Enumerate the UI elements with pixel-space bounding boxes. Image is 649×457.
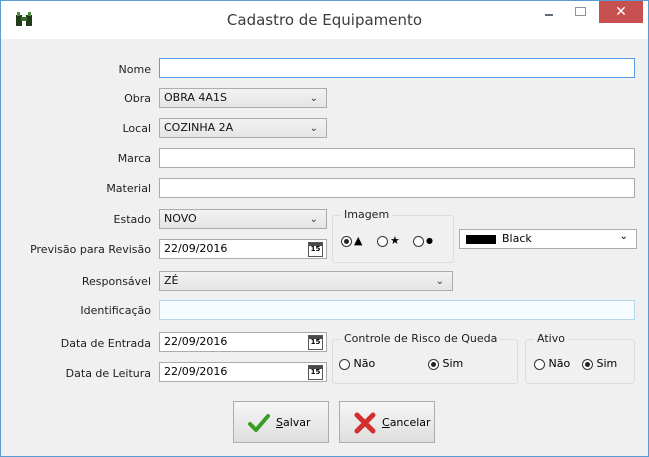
ativo-sim-label: Sim [596, 357, 618, 370]
responsavel-select[interactable]: ZÉ ⌄ [159, 271, 453, 291]
obra-label: Obra [124, 92, 151, 105]
entrada-value: 22/09/2016 [164, 335, 228, 348]
salvar-button[interactable]: Salvar [233, 401, 329, 443]
identificacao-label: Identificação [80, 304, 151, 317]
risco-sim-radio[interactable]: Sim [428, 357, 463, 371]
risco-group: Controle de Risco de Queda Não Sim [332, 332, 518, 384]
leitura-label: Data de Leitura [65, 367, 151, 380]
ativo-group-title: Ativo [534, 332, 568, 345]
entrada-date-picker[interactable]: 22/09/2016 15 [159, 332, 327, 352]
material-label: Material [106, 182, 151, 195]
leitura-date-picker[interactable]: 22/09/2016 15 [159, 362, 327, 382]
triangle-icon: ▲ [354, 234, 363, 247]
local-value: COZINHA 2A [164, 121, 234, 134]
radio-dot [428, 358, 439, 370]
color-label: Black [502, 232, 532, 245]
radio-dot [339, 358, 350, 370]
risco-nao-label: Não [353, 357, 376, 370]
estado-value: NOVO [164, 212, 197, 225]
radio-star[interactable]: ★ [377, 234, 400, 248]
ativo-nao-radio[interactable]: Não [534, 357, 570, 371]
chevron-down-icon: ⌄ [619, 231, 628, 242]
ativo-nao-label: Não [548, 357, 571, 370]
radio-dot [341, 235, 352, 247]
responsavel-label: Responsável [81, 275, 151, 288]
calendar-icon[interactable]: 15 [308, 242, 323, 257]
radio-dot [582, 358, 593, 370]
form-area: Nome Obra OBRA 4A1S ⌄ Local COZINHA 2A ⌄… [1, 39, 648, 456]
identificacao-input[interactable] [159, 300, 635, 320]
local-label: Local [122, 122, 151, 135]
revisao-label: Previsão para Revisão [30, 243, 151, 256]
revisao-value: 22/09/2016 [164, 242, 228, 255]
equipment-window: Cadastro de Equipamento ✕ Nome Obra OBRA… [0, 0, 649, 457]
imagem-group-title: Imagem [341, 208, 393, 221]
radio-triangle[interactable]: ▲ [341, 234, 362, 248]
revisao-date-picker[interactable]: 22/09/2016 15 [159, 239, 327, 259]
entrada-label: Data de Entrada [60, 337, 151, 350]
minimize-button[interactable] [535, 1, 562, 25]
material-input[interactable] [159, 178, 635, 198]
local-select[interactable]: COZINHA 2A ⌄ [159, 118, 327, 138]
responsavel-value: ZÉ [164, 274, 179, 287]
estado-label: Estado [113, 213, 151, 226]
risco-group-title: Controle de Risco de Queda [341, 332, 501, 345]
color-swatch [466, 235, 496, 244]
star-icon: ★ [390, 234, 400, 247]
obra-select[interactable]: OBRA 4A1S ⌄ [159, 88, 327, 108]
cancelar-button[interactable]: Cancelar [339, 401, 435, 443]
close-button[interactable]: ✕ [599, 1, 643, 23]
radio-circle[interactable]: ● [413, 234, 433, 248]
estado-select[interactable]: NOVO ⌄ [159, 209, 327, 229]
leitura-value: 22/09/2016 [164, 365, 228, 378]
salvar-label: Salvar [276, 416, 311, 429]
radio-dot [534, 358, 545, 370]
chevron-down-icon: ⌄ [309, 123, 318, 134]
radio-dot [377, 235, 388, 247]
risco-sim-label: Sim [442, 357, 464, 370]
radio-dot [413, 235, 424, 247]
red-x-icon [354, 412, 376, 434]
ativo-group: Ativo Não Sim [525, 332, 635, 384]
risco-nao-radio[interactable]: Não [339, 357, 375, 371]
nome-input[interactable] [159, 58, 635, 78]
chevron-down-icon: ⌄ [309, 93, 318, 104]
marca-label: Marca [117, 152, 151, 165]
chevron-down-icon: ⌄ [309, 214, 318, 225]
checkmark-icon [248, 414, 270, 432]
circle-icon: ● [426, 236, 433, 245]
chevron-down-icon: ⌄ [435, 276, 444, 287]
obra-value: OBRA 4A1S [164, 91, 227, 104]
nome-label: Nome [118, 63, 151, 76]
title-bar[interactable]: Cadastro de Equipamento ✕ [1, 1, 648, 39]
maximize-button[interactable] [567, 1, 594, 25]
ativo-sim-radio[interactable]: Sim [582, 357, 617, 371]
calendar-icon[interactable]: 15 [308, 365, 323, 380]
marca-input[interactable] [159, 148, 635, 168]
cancelar-label: Cancelar [382, 416, 431, 429]
calendar-icon[interactable]: 15 [308, 335, 323, 350]
color-select[interactable]: Black ⌄ [459, 229, 637, 249]
imagem-group: Imagem ▲ ★ ● [332, 208, 454, 263]
